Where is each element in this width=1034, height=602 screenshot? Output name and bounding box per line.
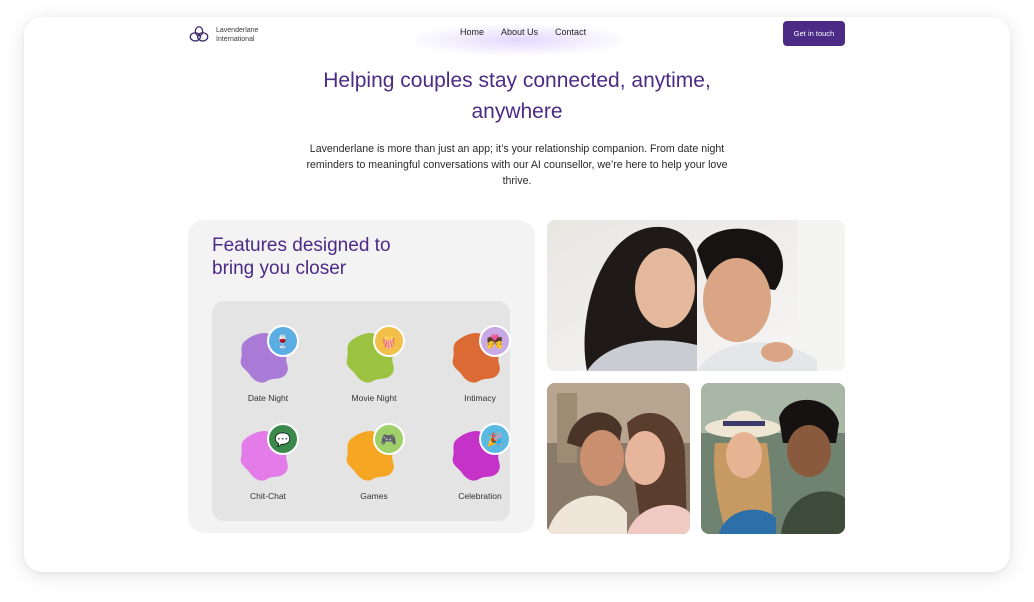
celebration-icon: 🎉	[479, 423, 511, 455]
hero-title-line-1: Helping couples stay connected, anytime,	[323, 69, 711, 92]
chit-chat-icon: 💬	[267, 423, 299, 455]
features-card: Features designed to bring you closer 🍷 …	[188, 220, 535, 533]
couple-image	[547, 220, 845, 371]
feature-chit-chat[interactable]: 💬 Chit-Chat	[225, 423, 325, 513]
feature-label: Chit-Chat	[250, 491, 286, 501]
feature-date-night[interactable]: 🍷 Date Night	[225, 325, 325, 415]
brand-line-1: Lavenderlane	[216, 27, 259, 34]
nav-about-us[interactable]: About Us	[501, 27, 538, 37]
nav-contact[interactable]: Contact	[555, 27, 586, 37]
feature-label: Games	[360, 491, 388, 501]
nav-home[interactable]: Home	[460, 27, 484, 37]
games-icon: 🎮	[373, 423, 405, 455]
get-in-touch-button[interactable]: Get in touch	[783, 21, 845, 46]
couple-image	[701, 383, 845, 534]
brand-line-2: International	[216, 36, 255, 43]
couple-photo-main	[547, 220, 845, 371]
feature-label: Intimacy	[464, 393, 496, 403]
features-grid: 🍷 Date Night 🍿 Movie Night 💏 Intimacy 💬 …	[212, 301, 511, 521]
date-night-icon: 🍷	[267, 325, 299, 357]
feature-celebration[interactable]: 🎉 Celebration	[437, 423, 537, 513]
hero-title-line-2: anywhere	[471, 100, 563, 123]
feature-games[interactable]: 🎮 Games	[331, 423, 431, 513]
hero-subtitle: Lavenderlane is more than just an app; i…	[306, 143, 728, 187]
feature-label: Celebration	[458, 491, 502, 501]
couple-image	[547, 383, 690, 534]
brand-logo[interactable]: Lavenderlane International	[188, 24, 258, 46]
page-frame: Lavenderlane International Home About Us…	[24, 17, 1010, 572]
features-title: Features designed to bring you closer	[212, 234, 432, 280]
couple-photo-kiss	[547, 383, 690, 534]
brand-name: Lavenderlane International	[216, 26, 258, 44]
lavender-logo-icon	[189, 26, 209, 42]
feature-movie-night[interactable]: 🍿 Movie Night	[331, 325, 431, 415]
hero-title: Helping couples stay connected, anytime,…	[307, 65, 727, 127]
main-nav: Home About Us Contact	[460, 27, 586, 37]
feature-label: Date Night	[247, 393, 289, 403]
feature-intimacy[interactable]: 💏 Intimacy	[437, 325, 537, 415]
features-title-line-1: Features designed to	[212, 235, 391, 256]
features-title-line-2: bring you closer	[212, 258, 347, 279]
movie-night-icon: 🍿	[373, 325, 405, 357]
intimacy-icon: 💏	[479, 325, 511, 357]
couple-photo-hat	[701, 383, 845, 534]
feature-label: Movie Night	[351, 393, 397, 403]
